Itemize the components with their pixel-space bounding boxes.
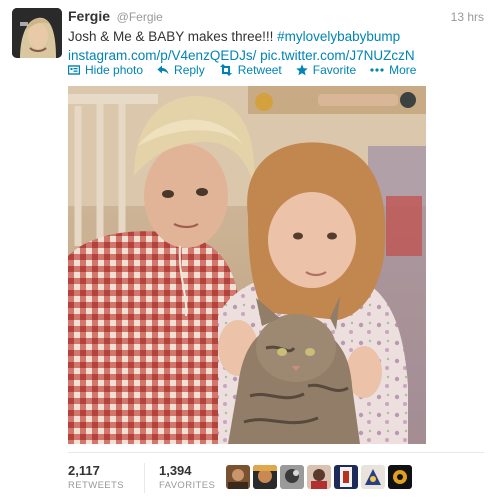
retweet-icon [219, 64, 232, 76]
retweets-count: 2,117 [68, 463, 100, 478]
reply-label: Reply [174, 63, 205, 77]
instagram-link[interactable]: instagram.com/p/V4enzQEDJs/ [68, 48, 256, 63]
favorites-stat[interactable]: 1,394 FAVORITES [159, 463, 215, 493]
favoriter-avatars [226, 465, 415, 489]
star-icon [295, 64, 308, 76]
divider [68, 452, 484, 453]
favoriter-avatar[interactable] [253, 465, 277, 489]
screen-name[interactable]: @Fergie [117, 10, 163, 24]
retweets-label: RETWEETS [68, 480, 124, 491]
stats-separator [143, 463, 145, 493]
avatar[interactable] [12, 8, 62, 58]
tweet-text: Josh & Me & BABY makes three!!! #mylovel… [68, 27, 488, 65]
favorite-label: Favorite [312, 63, 357, 77]
hide-photo-button[interactable]: Hide photo [68, 63, 143, 77]
retweets-stat[interactable]: 2,117 RETWEETS [68, 463, 124, 493]
avatar-image [12, 8, 62, 58]
favoriter-avatar[interactable] [307, 465, 331, 489]
reply-icon [157, 65, 169, 75]
hashtag-link[interactable]: #mylovelybabybump [277, 29, 400, 44]
favoriter-avatar[interactable] [361, 465, 385, 489]
tweet-photo[interactable] [68, 86, 426, 444]
display-name[interactable]: Fergie [68, 8, 110, 24]
retweet-label: Retweet [237, 63, 282, 77]
more-button[interactable]: More [370, 63, 416, 77]
more-label: More [389, 63, 417, 77]
favoriter-avatar[interactable] [226, 465, 250, 489]
favorite-button[interactable]: Favorite [295, 63, 357, 77]
tweet: Fergie @Fergie 13 hrs Josh & Me & BABY m… [0, 0, 496, 500]
tweet-actions: Hide photo Reply Retweet Favorite More [68, 62, 430, 78]
photo-icon [68, 65, 80, 75]
tweet-stats: 2,117 RETWEETS 1,394 FAVORITES [68, 463, 235, 493]
tweet-header: Fergie @Fergie 13 hrs [68, 8, 484, 26]
photo-image [68, 86, 426, 444]
tweet-text-plain: Josh & Me & BABY makes three!!! [68, 29, 278, 44]
favoriter-avatar[interactable] [280, 465, 304, 489]
retweet-button[interactable]: Retweet [219, 63, 282, 77]
favorites-count: 1,394 [158, 463, 192, 478]
favorites-label: FAVORITES [158, 480, 216, 491]
favoriter-avatar[interactable] [388, 465, 412, 489]
favoriter-avatar[interactable] [334, 465, 358, 489]
timestamp[interactable]: 13 hrs [451, 10, 484, 24]
ellipsis-icon [370, 68, 384, 72]
twitter-pic-link[interactable]: pic.twitter.com/J7NUZczN [260, 48, 415, 63]
hide-photo-label: Hide photo [85, 63, 144, 77]
reply-button[interactable]: Reply [157, 63, 205, 77]
